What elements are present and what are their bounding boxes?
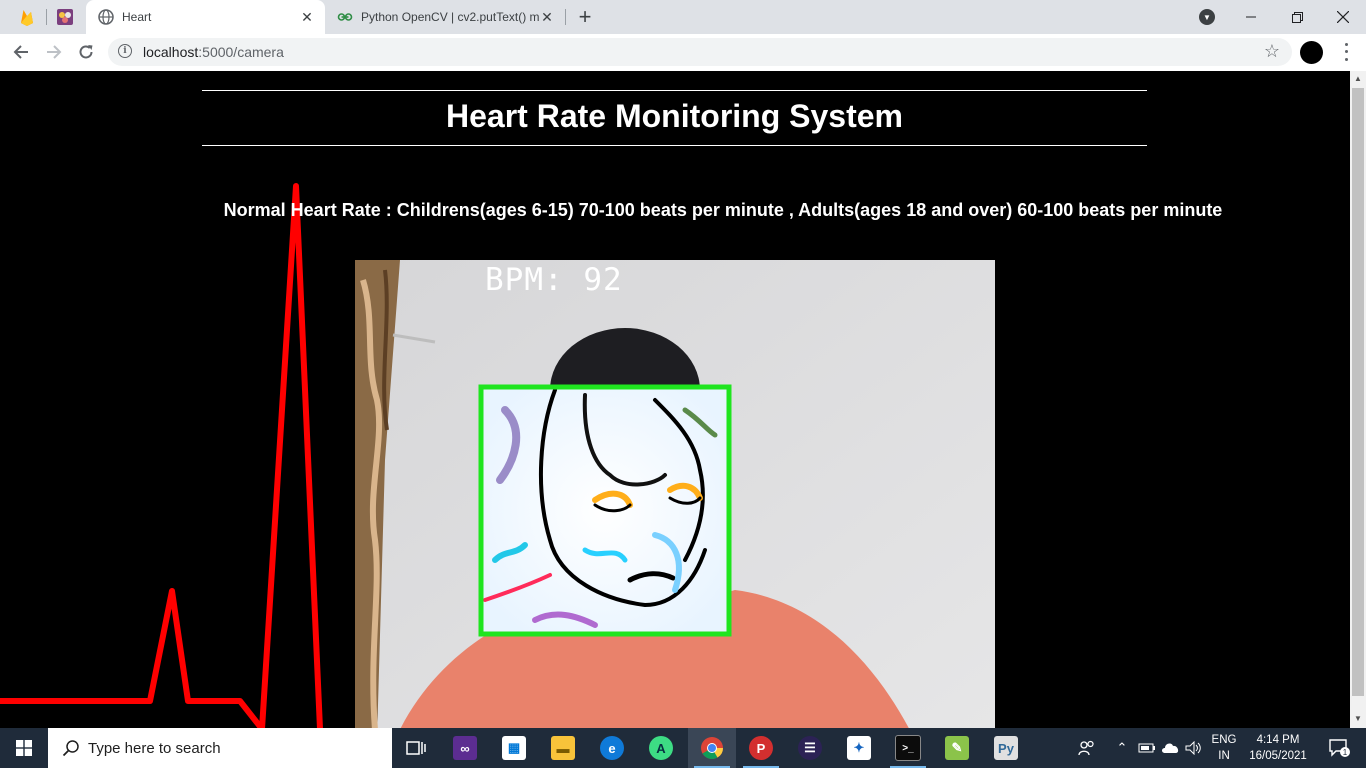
reload-button[interactable] <box>72 38 100 66</box>
taskbar-app-tool[interactable]: ✦ <box>835 728 883 768</box>
tab-opencv[interactable]: Python OpenCV | cv2.putText() m ✕ <box>325 0 565 34</box>
taskbar-app-store[interactable]: ▦ <box>490 728 538 768</box>
taskbar-app-postman[interactable]: P <box>737 728 785 768</box>
people-button[interactable] <box>1072 728 1102 768</box>
tab-heart[interactable]: Heart ✕ <box>86 0 325 34</box>
windows-logo-icon <box>16 740 32 756</box>
tab-title: Python OpenCV | cv2.putText() m <box>361 10 539 24</box>
page-content: Heart Rate Monitoring System Normal Hear… <box>0 71 1350 728</box>
volume-icon[interactable] <box>1184 728 1204 768</box>
reload-icon <box>79 45 93 59</box>
task-view-button[interactable] <box>392 728 440 768</box>
minimize-button[interactable] <box>1228 0 1274 34</box>
input-language-indicator[interactable]: ENG IN <box>1206 732 1242 764</box>
address-bar[interactable]: i localhost:5000/camera ☆ <box>108 38 1292 66</box>
edge-icon: e <box>600 736 624 760</box>
close-tab-icon[interactable]: ✕ <box>299 9 315 25</box>
python-icon: Py <box>994 736 1018 760</box>
pinned-tab-firebase[interactable] <box>8 0 46 34</box>
system-clock[interactable]: 4:14 PM 16/05/2021 <box>1246 732 1310 764</box>
bpm-readout: BPM: 92 <box>485 262 623 298</box>
visual-studio-icon: ∞ <box>453 736 477 760</box>
back-arrow-icon <box>13 45 28 59</box>
store-icon: ▦ <box>502 736 526 760</box>
taskbar-app-terminal[interactable]: >_ <box>884 728 932 768</box>
pinned-tab-app[interactable] <box>46 0 84 34</box>
site-info-icon[interactable]: i <box>118 44 132 58</box>
close-icon <box>1337 11 1349 23</box>
taskbar-app-visual-studio[interactable]: ∞ <box>441 728 489 768</box>
tab-search-chevron-icon[interactable]: ▼ <box>1199 9 1215 25</box>
people-icon <box>1078 740 1094 756</box>
scroll-down-arrow-icon[interactable]: ▼ <box>1353 714 1363 724</box>
notepad-icon: ✎ <box>945 736 969 760</box>
close-tab-icon[interactable]: ✕ <box>539 9 555 25</box>
terminal-icon: >_ <box>895 735 921 761</box>
postman-icon: P <box>749 736 773 760</box>
camera-feed: BPM: 92 <box>355 260 995 728</box>
tab-title: Heart <box>122 10 152 24</box>
close-window-button[interactable] <box>1320 0 1366 34</box>
restore-button[interactable] <box>1274 0 1320 34</box>
show-hidden-icons-chevron-up-icon[interactable]: ⌃ <box>1112 728 1132 768</box>
tab-strip: Heart ✕ Python OpenCV | cv2.putText() m … <box>0 0 1366 34</box>
bottom-rule <box>202 145 1147 146</box>
taskbar-app-chrome[interactable] <box>688 728 736 768</box>
search-icon <box>61 738 81 758</box>
notification-icon: 1 <box>1329 739 1350 757</box>
windows-taskbar: Type here to search ∞ ▦ ▬ e A P ☰ ✦ >_ ✎… <box>0 728 1366 768</box>
page-scrollbar[interactable]: ▲ ▼ <box>1350 71 1366 728</box>
search-placeholder: Type here to search <box>88 739 221 757</box>
address-url[interactable]: localhost:5000/camera <box>143 44 284 60</box>
bookmark-star-icon[interactable]: ☆ <box>1264 41 1280 62</box>
app-tool-icon: ✦ <box>847 736 871 760</box>
browser-toolbar: i localhost:5000/camera ☆ <box>0 34 1366 72</box>
forward-button[interactable] <box>40 38 68 66</box>
back-button[interactable] <box>7 38 35 66</box>
taskbar-app-notepad[interactable]: ✎ <box>933 728 981 768</box>
globe-icon <box>98 9 114 25</box>
taskbar-app-android-studio[interactable]: A <box>637 728 685 768</box>
taskbar-app-eclipse[interactable]: ☰ <box>786 728 834 768</box>
forward-arrow-icon <box>47 45 62 59</box>
taskbar-app-file-explorer[interactable]: ▬ <box>539 728 587 768</box>
action-center-button[interactable]: 1 <box>1320 728 1360 768</box>
svg-text:1: 1 <box>1343 748 1348 757</box>
page-title: Heart Rate Monitoring System <box>446 98 903 134</box>
profile-avatar[interactable] <box>1300 41 1323 64</box>
minimize-icon <box>1246 16 1256 18</box>
eclipse-icon: ☰ <box>798 736 822 760</box>
folder-icon: ▬ <box>551 736 575 760</box>
menu-kebab-icon[interactable] <box>1336 41 1356 63</box>
app-icon <box>57 9 73 25</box>
new-tab-plus-icon[interactable]: + <box>573 4 597 29</box>
taskbar-app-python[interactable]: Py <box>982 728 1030 768</box>
restore-icon <box>1291 11 1303 23</box>
scroll-thumb[interactable] <box>1352 88 1364 696</box>
start-button[interactable] <box>0 728 48 768</box>
android-studio-icon: A <box>649 736 673 760</box>
geeksforgeeks-icon <box>337 9 353 25</box>
normal-heart-rate-text: Normal Heart Rate : Childrens(ages 6-15)… <box>223 200 1223 220</box>
top-rule <box>202 90 1147 91</box>
onedrive-cloud-icon[interactable] <box>1160 728 1182 768</box>
battery-icon[interactable] <box>1136 728 1158 768</box>
taskbar-app-edge[interactable]: e <box>588 728 636 768</box>
chrome-icon <box>701 737 723 759</box>
taskbar-search-box[interactable]: Type here to search <box>48 728 392 768</box>
tab-separator <box>565 9 566 25</box>
scroll-up-arrow-icon[interactable]: ▲ <box>1353 74 1363 84</box>
task-view-icon <box>406 741 426 755</box>
camera-frame-image <box>355 260 995 728</box>
firebase-icon <box>21 9 33 26</box>
